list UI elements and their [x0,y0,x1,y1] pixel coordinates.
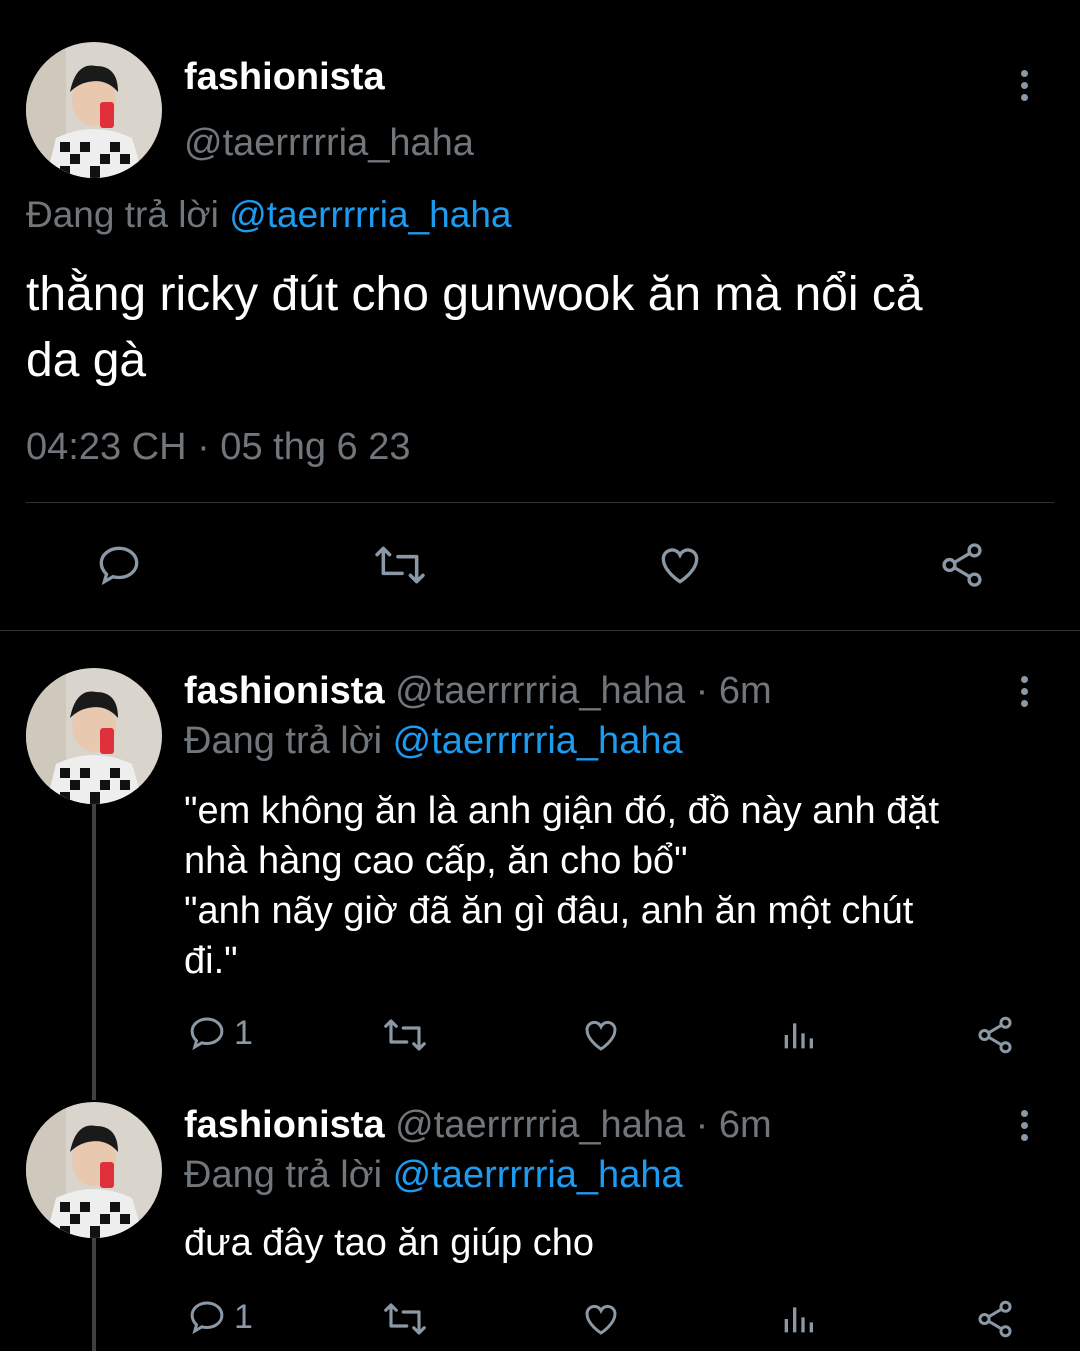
heart-icon [661,548,699,584]
reply-icon [99,546,139,586]
reply-count: 1 [234,1297,253,1336]
reply-button[interactable]: 1 [186,1012,253,1054]
more-options-icon[interactable] [1018,676,1030,712]
replying-prefix: Đang trả lời [184,720,383,762]
like-button[interactable] [580,1014,622,1056]
avatar[interactable] [26,668,162,804]
replying-prefix: Đang trả lời [184,1154,383,1196]
retweet-button[interactable] [380,1298,430,1340]
tweet-text: thằng ricky đút cho gunwook ăn mà nổi cả… [26,262,1066,394]
reply-icon [190,1017,224,1051]
reply-header: fashionista @taerrrrria_haha · 6m [184,670,772,713]
replying-to: Đang trả lời @taerrrrria_haha [184,720,683,763]
retweet-icon [384,1019,426,1051]
reply-text: đưa đây tao ăn giúp cho [184,1218,1064,1268]
display-name[interactable]: fashionista [184,1104,385,1146]
reply-text: "em không ăn là anh giận đó, đồ này anh … [184,786,1064,986]
share-button[interactable] [974,1014,1016,1056]
reply-count: 1 [234,1013,253,1052]
reply-header: fashionista @taerrrrria_haha · 6m [184,1104,772,1147]
like-button[interactable] [654,540,706,590]
display-name[interactable]: fashionista [184,56,385,99]
replying-to: Đang trả lời @taerrrrria_haha [184,1154,683,1197]
share-icon [978,1300,1012,1338]
handle[interactable]: @taerrrrria_haha [395,670,685,712]
share-icon [978,1016,1012,1054]
tweet-text-line: da gà [26,334,147,387]
avatar[interactable] [26,1102,162,1238]
share-icon [942,543,982,587]
views-button[interactable] [778,1298,818,1340]
thread-line [92,1238,96,1351]
thread-line [92,804,96,1100]
section-divider [0,630,1080,631]
retweet-icon [375,546,425,584]
reply-text-line: "em không ăn là anh giận đó, đồ này anh … [184,790,940,832]
display-name[interactable]: fashionista [184,670,385,712]
views-icon [784,1307,813,1333]
reply-button[interactable] [94,540,144,590]
timestamp: 04:23 CH · 05 thg 6 23 [26,426,411,468]
reply-text-line: đưa đây tao ăn giúp cho [184,1222,594,1264]
avatar[interactable] [26,42,162,178]
replying-to: Đang trả lời @taerrrrria_haha [26,194,511,236]
timestamp-divider [26,502,1054,503]
replying-to-link[interactable]: @taerrrrria_haha [393,720,683,762]
heart-icon [585,1020,617,1051]
more-options-icon[interactable] [1018,70,1030,106]
share-button[interactable] [974,1298,1016,1340]
reply-text-line: "anh nãy giờ đã ăn gì đâu, anh ăn một ch… [184,890,914,932]
share-button[interactable] [936,540,988,590]
reply-button[interactable]: 1 [186,1296,253,1338]
retweet-button[interactable] [380,1014,430,1056]
replying-prefix: Đang trả lời [26,194,219,235]
heart-icon [585,1304,617,1335]
tweet-text-line: thằng ricky đút cho gunwook ăn mà nổi cả [26,268,923,321]
reply-time: · 6m [695,1104,772,1146]
replying-to-link[interactable]: @taerrrrria_haha [229,194,511,235]
more-options-icon[interactable] [1018,1110,1030,1146]
replying-to-link[interactable]: @taerrrrria_haha [393,1154,683,1196]
retweet-icon [384,1303,426,1335]
reply-text-line: đi." [184,940,238,982]
handle[interactable]: @taerrrrria_haha [395,1104,685,1146]
like-button[interactable] [580,1298,622,1340]
views-icon [784,1023,813,1049]
retweet-button[interactable] [370,540,430,590]
views-button[interactable] [778,1014,818,1056]
reply-icon [190,1301,224,1335]
handle[interactable]: @taerrrrria_haha [184,122,474,165]
reply-text-line: nhà hàng cao cấp, ăn cho bổ" [184,840,688,882]
reply-time: · 6m [695,670,772,712]
